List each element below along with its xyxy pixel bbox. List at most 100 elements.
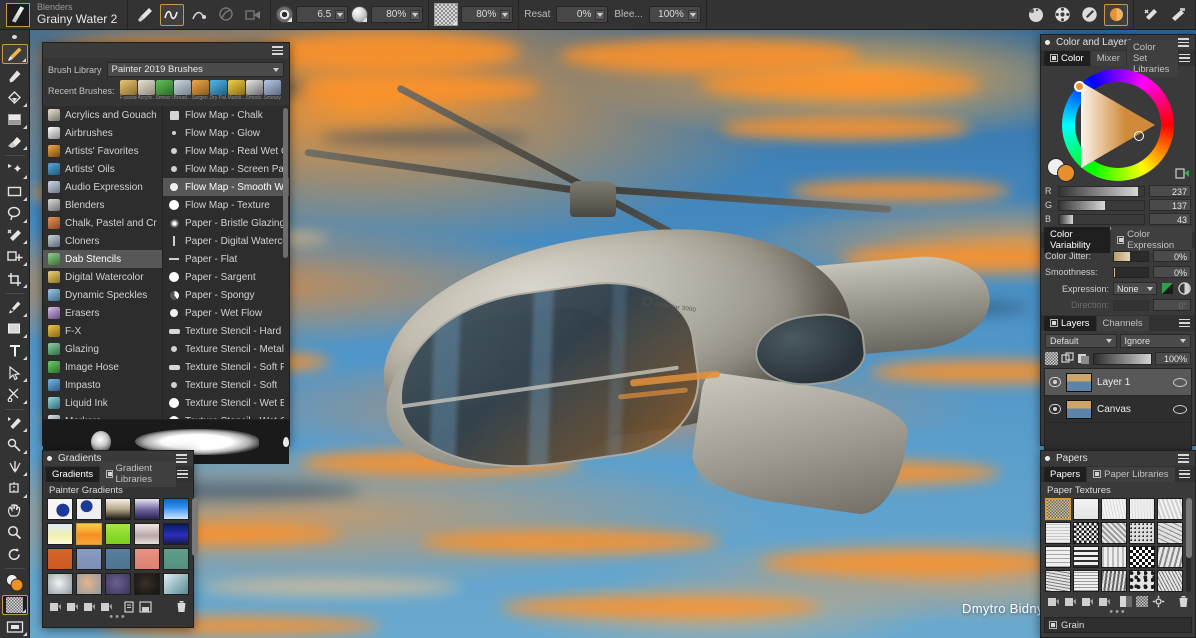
paper-texture-swatch[interactable] [1073, 570, 1099, 592]
current-color-swatch-icon[interactable] [1104, 4, 1128, 26]
color-wheel-area[interactable] [1041, 66, 1195, 184]
paper-texture-swatch[interactable] [1129, 498, 1155, 520]
brush-variant-item[interactable]: Flow Map - Real Wet Oil [163, 142, 289, 160]
delete-gradient-icon[interactable] [176, 600, 187, 613]
primary-color-swatch[interactable] [1057, 164, 1075, 182]
current-brush-chip[interactable]: Blenders Grainy Water 2 [0, 0, 128, 30]
gradient-swatch[interactable] [76, 498, 102, 520]
eraser-tool[interactable] [2, 132, 28, 152]
cloner-tool[interactable] [2, 414, 28, 434]
gradient-swatch[interactable] [163, 523, 189, 545]
save-gradient-icon[interactable] [139, 601, 152, 613]
tab-channels[interactable]: Channels [1097, 316, 1149, 331]
gradient-swatch[interactable] [105, 523, 131, 545]
preserve-transparency-icon[interactable] [1045, 352, 1058, 365]
resat-input[interactable]: 0% [556, 6, 608, 23]
layer-mask-icon[interactable] [1077, 352, 1090, 365]
composite-method-dropdown[interactable]: Default [1045, 334, 1117, 348]
color-set-icon[interactable] [1050, 4, 1074, 26]
brush-category-item[interactable]: Chalk, Pastel and Crayons [43, 214, 162, 232]
dropper-tool[interactable] [2, 66, 28, 86]
papers-tab-menu-icon[interactable] [1179, 470, 1192, 479]
smoothness-slider[interactable] [1113, 267, 1149, 278]
layer-opacity-slider[interactable] [1093, 353, 1152, 365]
lasso-tool[interactable] [2, 204, 28, 224]
tab-gradient-libraries[interactable]: Gradient Libraries [100, 461, 176, 487]
saturation-selector-marker[interactable] [1134, 131, 1144, 141]
paper-texture-swatch[interactable] [1157, 522, 1183, 544]
layers-panel-menu-icon[interactable] [1179, 319, 1192, 328]
capture-gradient-icon[interactable] [66, 601, 79, 613]
brush-category-item[interactable]: Liquid Ink [43, 394, 162, 412]
recent-brush-item[interactable]: Dry Pal... [210, 80, 227, 101]
gradients-resize-grip[interactable]: ••• [43, 614, 193, 620]
gradient-swatch[interactable] [76, 523, 102, 545]
brush-category-item[interactable]: Acrylics and Gouache [43, 106, 162, 124]
paper-texture-swatch[interactable] [1157, 570, 1183, 592]
gradient-swatch[interactable] [47, 573, 73, 595]
selection-brush-tool[interactable] [2, 226, 28, 246]
brush-library-dropdown[interactable]: Painter 2019 Brushes [107, 62, 284, 77]
pressure-icon[interactable] [214, 4, 238, 26]
rgb-value[interactable]: 237 [1149, 185, 1191, 197]
brush-category-item[interactable]: F-X [43, 322, 162, 340]
brush-category-item[interactable]: Dab Stencils [43, 250, 162, 268]
capture-paper-icon[interactable] [1064, 596, 1077, 608]
gradient-swatch[interactable] [76, 548, 102, 570]
gradient-swatch[interactable] [163, 548, 189, 570]
layer-visibility-icon[interactable] [1049, 404, 1061, 414]
brush-variant-item[interactable]: Texture Stencil - Hard Pastel [163, 322, 289, 340]
brush-variant-item[interactable]: Texture Stencil - Soft Pastel [163, 358, 289, 376]
perspective-tool[interactable] [2, 457, 28, 477]
gradients-panel-menu-icon[interactable] [176, 454, 189, 463]
brush-category-item[interactable]: Impasto [43, 376, 162, 394]
papers-title-bar[interactable]: Papers [1041, 451, 1195, 466]
transform-tool[interactable] [2, 247, 28, 267]
recent-brush-item[interactable]: Smock... [246, 80, 263, 101]
shape-selection-tool[interactable] [2, 363, 28, 383]
paper-selector[interactable] [2, 595, 28, 615]
gradient-swatch[interactable] [47, 523, 73, 545]
gradient-swatch[interactable] [134, 573, 160, 595]
pattern-selector[interactable] [2, 617, 28, 637]
rgb-slider[interactable] [1058, 214, 1145, 225]
paper-texture-swatch[interactable] [1157, 498, 1183, 520]
brush-control-icon[interactable] [1166, 4, 1190, 26]
size-dropdown-icon[interactable] [335, 10, 345, 20]
composite-depth-dropdown[interactable]: Ignore [1120, 334, 1192, 348]
paper-texture-swatch[interactable] [1045, 522, 1071, 544]
bleed-input[interactable]: 100% [649, 6, 701, 23]
crop-tool[interactable] [2, 269, 28, 289]
brush-variant-item[interactable]: Texture Stencil - Soft [163, 376, 289, 394]
opacity-icon[interactable] [351, 6, 368, 23]
grain-dropdown-icon[interactable] [500, 10, 510, 20]
brush-variant-item[interactable]: Flow Map - Screen Paper [163, 160, 289, 178]
scissors-tool[interactable] [2, 385, 28, 405]
gradient-swatch[interactable] [163, 498, 189, 520]
brush-category-item[interactable]: Cloners [43, 232, 162, 250]
recent-brush-item[interactable]: Broad... [174, 80, 191, 101]
pen-tool[interactable] [2, 298, 28, 318]
brush-category-item[interactable]: Artists' Oils [43, 160, 162, 178]
bleed-dropdown-icon[interactable] [688, 10, 698, 20]
freehand-stroke-icon[interactable] [160, 4, 184, 26]
paper-texture-swatch[interactable] [1101, 522, 1127, 544]
stroke-preview-icon[interactable] [241, 4, 265, 26]
smoothness-value[interactable]: 0% [1153, 266, 1191, 278]
brush-category-item[interactable]: Markers [43, 412, 162, 419]
paint-bucket-tool[interactable] [2, 88, 28, 108]
layer-visibility-icon[interactable] [1049, 377, 1061, 387]
mixer-pad-icon[interactable] [1023, 4, 1047, 26]
gradient-swatch[interactable] [134, 523, 160, 545]
recent-brush-item[interactable]: Sargen... [192, 80, 209, 101]
brush-category-item[interactable]: Digital Watercolor [43, 268, 162, 286]
brush-variant-item[interactable]: Paper - Wet Flow [163, 304, 289, 322]
gradient-swatch-grid[interactable] [47, 498, 189, 595]
magic-wand-tool[interactable] [2, 160, 28, 180]
paper-texture-swatch[interactable] [1129, 522, 1155, 544]
brush-stroke-icon[interactable] [6, 3, 30, 27]
brush-category-item[interactable]: Audio Expression [43, 178, 162, 196]
gradient-swatch[interactable] [163, 573, 189, 595]
brush-variant-item[interactable]: Flow Map - Glow [163, 124, 289, 142]
brush-category-item[interactable]: Dynamic Speckles [43, 286, 162, 304]
